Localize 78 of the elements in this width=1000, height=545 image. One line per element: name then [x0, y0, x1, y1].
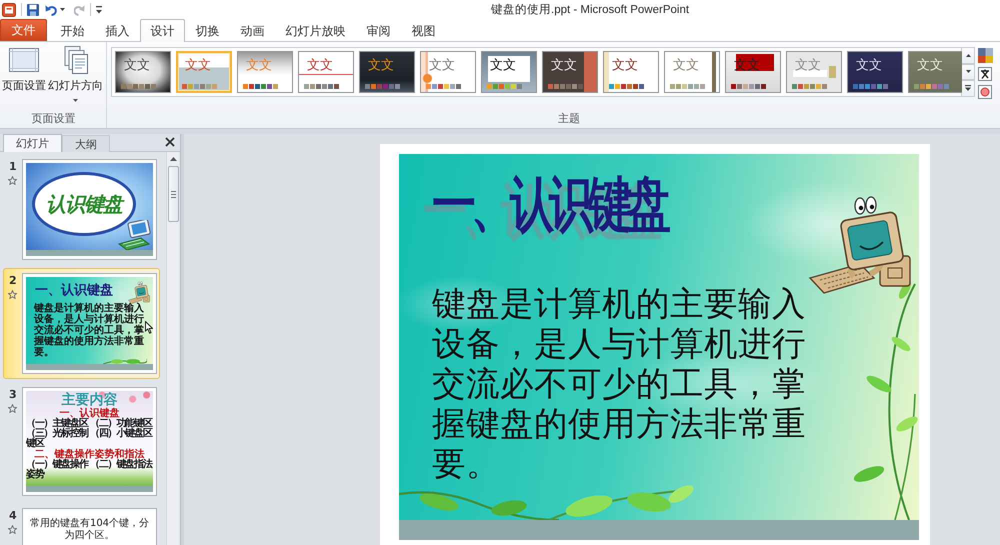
slide-list-item[interactable]: 1 认识键盘	[3, 154, 160, 265]
ribbon-tab[interactable]: 审阅	[356, 19, 401, 42]
slide-thumbnail[interactable]: 常用的键盘有104个键，分为四个区。	[22, 508, 157, 545]
theme-thumbnail[interactable]: 文文	[115, 51, 171, 93]
slide-text: 键盘是计算机的主要输入设备，是人与计算机进行交流必不可少的工具，掌握键盘的使用方法非常重要。	[34, 303, 145, 358]
gallery-down-button[interactable]	[962, 64, 975, 80]
panel-tab[interactable]: 大纲	[62, 135, 110, 152]
list-item-text: （四）小键盘区	[90, 429, 153, 441]
slide-text: 常用的键盘有104个键，分为四个区。	[30, 518, 150, 542]
section-heading: 一、认识键盘	[60, 408, 120, 419]
file-tab[interactable]: 文件	[0, 19, 47, 41]
group-label: 页面设置	[30, 111, 76, 127]
up-arrow-icon[interactable]	[170, 157, 176, 161]
ribbon-tab[interactable]: 开始	[50, 19, 95, 42]
slide-list-item[interactable]: 4 常用的键盘有104个键，分为四个区。	[3, 503, 160, 545]
theme-thumbnail[interactable]: 文文	[542, 51, 598, 93]
slide-text: 键盘是计算机的主要输入设备，是人与计算机进行交流必不可少的工具，掌握键盘的使用方法非常重要。	[432, 284, 807, 484]
list-item-text: （一）主键盘区	[26, 419, 88, 429]
slide-title: 主要内容	[60, 393, 118, 408]
scrollbar[interactable]	[166, 152, 179, 545]
theme-thumbnail[interactable]: 文文	[481, 51, 537, 93]
ribbon-tab[interactable]: 切换	[185, 19, 230, 42]
circle-icon[interactable]	[978, 85, 992, 99]
slide-thumbnail[interactable]: 认识键盘	[22, 159, 157, 260]
slide-title: 认识键盘	[46, 190, 122, 218]
theme-thumbnail[interactable]: 文文	[176, 51, 232, 93]
panel-tab[interactable]: 幻灯片	[3, 134, 62, 152]
slide-number: 2	[9, 274, 17, 287]
slide-thumbnail[interactable]: 主要内容 一、认识键盘 （一）主键盘区 （二）功能键区 （三）光标控制键区 （四）小键盘区 二、键盘操作姿势和指法 （一）键盘操作姿势 （二）键盘指法	[22, 387, 157, 496]
theme-thumbnail[interactable]: 文文	[603, 51, 659, 93]
theme-thumbnail[interactable]: 文文	[908, 51, 964, 93]
slide-number: 1	[9, 160, 17, 173]
slide-orientation-button[interactable]: 幻灯片方向	[47, 46, 104, 102]
ribbon-tab[interactable]: 动画	[230, 19, 275, 42]
gallery-up-button[interactable]	[962, 47, 975, 64]
slide-number: 3	[9, 388, 17, 401]
expand-icon[interactable]	[965, 85, 971, 92]
monitor-drawing	[117, 220, 151, 250]
slide-title: 一、认识键盘	[35, 283, 113, 298]
save-icon[interactable]	[27, 4, 39, 16]
list-item-text: （三）光标控制键区	[26, 429, 88, 449]
list-item-text: （二）键盘指法	[90, 460, 153, 472]
font-icon[interactable]	[978, 67, 992, 81]
window-title: 键盘的使用.ppt - Microsoft PowerPoint	[491, 2, 690, 17]
theme-thumbnail[interactable]: 文文	[420, 51, 476, 93]
list-item-text: （一）键盘操作姿势	[26, 460, 90, 480]
slide-thumbnail[interactable]: 一、认识键盘 键盘是计算机的主要输入设备，是人与计算机进行交流必不可少的工具，掌握键盘的使用方法非常重要。	[22, 273, 157, 374]
theme-thumbnail[interactable]: 文文	[847, 51, 903, 93]
theme-thumbnail[interactable]: 文文	[298, 51, 354, 93]
caret-icon[interactable]	[60, 8, 65, 11]
down-arrow-icon[interactable]	[966, 70, 970, 74]
theme-thumbnail[interactable]: 文文	[359, 51, 415, 93]
undo-icon[interactable]	[45, 4, 57, 16]
ribbon-tab[interactable]: 幻灯片放映	[275, 19, 356, 42]
slide-number: 4	[9, 509, 17, 522]
list-item-text: （二）功能键区	[90, 419, 153, 429]
color-grid-icon[interactable]	[978, 48, 993, 63]
caret-icon[interactable]	[73, 99, 78, 102]
ribbon-tab[interactable]: 设计	[140, 19, 185, 42]
group-label: 主题	[557, 111, 581, 127]
ribbon-tab[interactable]: 插入	[95, 19, 140, 42]
gallery-more-button[interactable]	[962, 80, 975, 97]
app-icon[interactable]	[2, 2, 16, 16]
page-setup-button[interactable]: 页面设置	[1, 46, 47, 102]
theme-thumbnail[interactable]: 文文	[664, 51, 720, 93]
slide-list-item[interactable]: 2 一、认识键盘 键盘是计算机的主要输入设备，是人与计算机进行交流必不可少的工具，掌握键盘的使用方法非常重要。	[3, 268, 160, 379]
close-icon[interactable]	[165, 137, 175, 147]
page-frame-icon	[9, 46, 39, 74]
ribbon-tab[interactable]: 视图	[401, 19, 446, 42]
stacked-pages-icon	[64, 46, 88, 74]
plant-drawing	[103, 358, 147, 364]
customize-icon[interactable]	[96, 6, 102, 14]
mouse-cursor-icon	[145, 321, 153, 334]
scrollbar-thumb[interactable]	[168, 166, 178, 222]
slide-list-item[interactable]: 3 主要内容 一、认识键盘 （一）主键盘区 （二）功能键区 （三）光标控制键区 （四）小键盘区 二、键盘操作姿势和指法 （一）键盘操作姿势 （二）键盘指法	[3, 382, 160, 500]
slide-title: 一、认识键盘	[432, 176, 666, 236]
up-arrow-icon[interactable]	[966, 54, 970, 57]
section-heading: 二、键盘操作姿势和指法	[34, 449, 144, 460]
